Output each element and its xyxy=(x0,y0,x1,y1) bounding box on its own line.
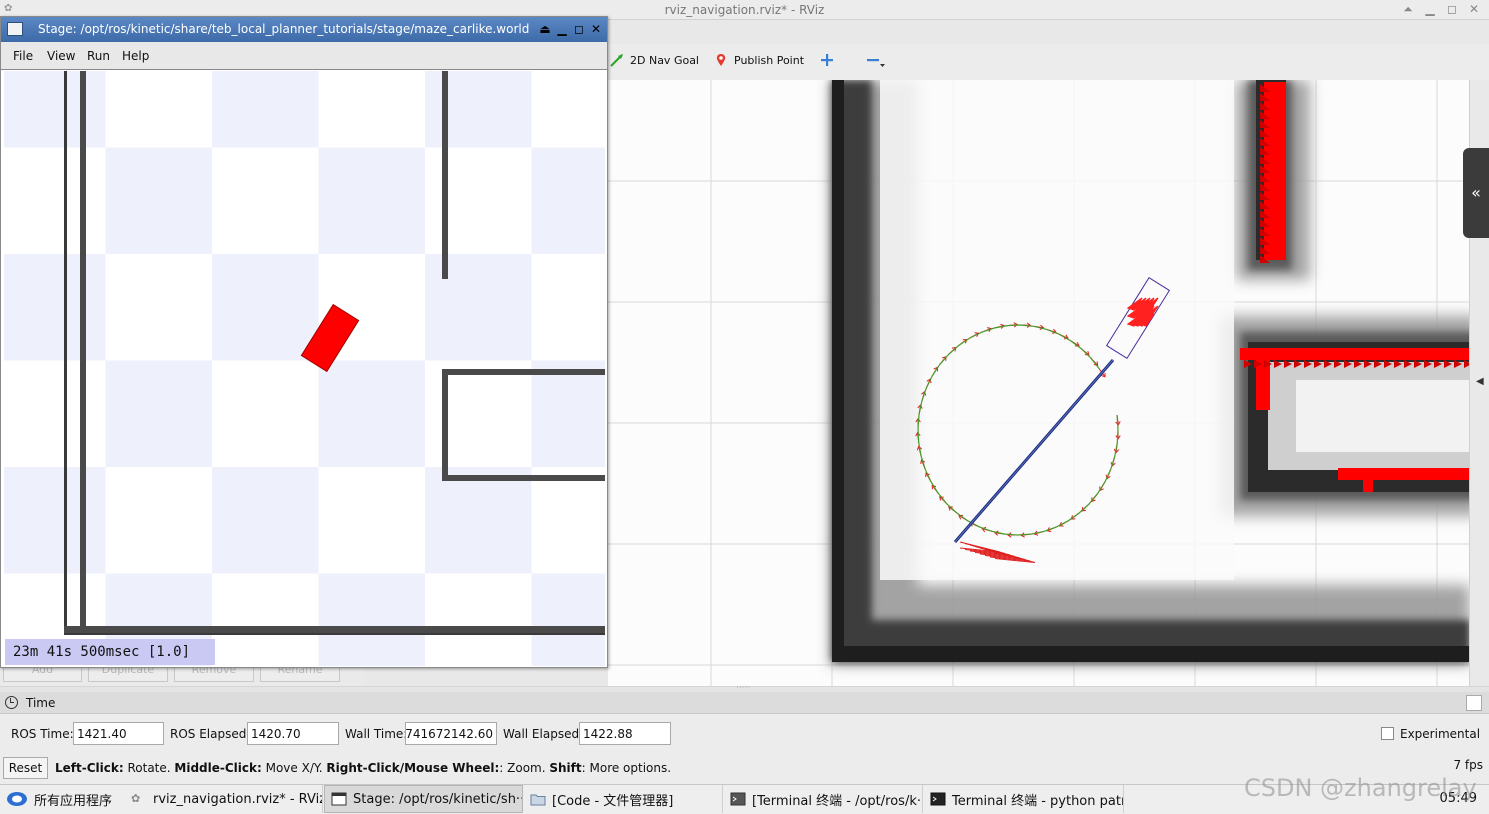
shade-icon[interactable]: ⏏ xyxy=(538,21,552,37)
rviz-3d-viewport[interactable] xyxy=(608,80,1470,686)
wall-elapsed-label: Wall Elapsed: xyxy=(503,727,584,741)
minimize-icon[interactable]: ▁ xyxy=(1423,2,1437,17)
maze-wall-box-left xyxy=(442,369,448,481)
hint-shift: Shift xyxy=(549,761,582,775)
minus-dropdown-icon xyxy=(867,59,885,67)
watermark: CSDN @zhangrelay xyxy=(1244,774,1477,802)
window-icon xyxy=(331,792,347,806)
stage-window-icon xyxy=(7,22,23,36)
stage-menubar: File View Run Help xyxy=(1,42,607,70)
time-panel: Time ROS Time: 1421.40 ROS Elapsed: 1420… xyxy=(0,692,1489,784)
status-hint: Left-Click: Rotate. Middle-Click: Move X… xyxy=(55,761,671,775)
expand-right-icon[interactable]: ◀ xyxy=(1476,376,1484,387)
wall-bottom xyxy=(832,646,1470,662)
minimize-icon[interactable]: ▁ xyxy=(555,21,569,37)
nav-goal-tool[interactable]: 2D Nav Goal xyxy=(610,53,699,67)
publish-point-label: Publish Point xyxy=(734,53,805,67)
maze-wall-bottom xyxy=(64,626,605,634)
hint-shift-text: : More options. xyxy=(581,761,672,775)
rviz-window-title: rviz_navigation.rviz* - RViz xyxy=(664,3,825,17)
stage-sim-clock: 23m 41s 500msec [1.0] xyxy=(5,639,215,665)
free-space xyxy=(880,80,1234,580)
stage-window: Stage: /opt/ros/kinetic/share/teb_local_… xyxy=(0,16,608,668)
task-stage-label: Stage: /opt/ros/kinetic/sh··· xyxy=(353,791,523,807)
ros-time-field[interactable]: 1421.40 xyxy=(73,722,164,745)
maximize-icon[interactable]: ◻ xyxy=(572,21,586,37)
maze-wall-box-bottom xyxy=(442,475,605,481)
fps-readout: 7 fps xyxy=(1453,758,1483,772)
stage-titlebar[interactable]: Stage: /opt/ros/kinetic/share/teb_local_… xyxy=(1,17,607,42)
publish-point-tool[interactable]: Publish Point xyxy=(714,53,804,67)
stage-window-title: Stage: /opt/ros/kinetic/share/teb_local_… xyxy=(38,22,530,36)
hint-rightclick-text: : Zoom. xyxy=(499,761,550,775)
task-file-manager-label: [Code - 文件管理器] xyxy=(552,793,674,809)
time-panel-title: Time xyxy=(26,696,56,710)
hint-middleclick: Middle-Click: xyxy=(174,761,262,775)
ros-time-label: ROS Time: xyxy=(11,727,74,741)
hint-leftclick-text: Rotate. xyxy=(123,761,175,775)
reset-button[interactable]: Reset xyxy=(3,757,48,779)
menu-file[interactable]: File xyxy=(13,49,33,63)
wall-time-label: Wall Time: xyxy=(345,727,408,741)
time-panel-header: Time xyxy=(0,692,1489,714)
duplicate-display-button[interactable]: Duplicate xyxy=(88,664,168,682)
rviz-task-icon: ✿ xyxy=(131,792,141,805)
start-menu-label: 所有应用程序 xyxy=(34,793,113,809)
nav-goal-label: 2D Nav Goal xyxy=(630,53,699,67)
terminal-icon xyxy=(730,792,746,806)
hint-middleclick-text: Move X/Y. xyxy=(261,761,327,775)
add-display-button[interactable]: Add xyxy=(3,664,82,682)
shade-icon[interactable]: ⏶ xyxy=(1401,2,1415,17)
close-icon[interactable]: ✕ xyxy=(589,21,603,37)
remove-display-button[interactable]: Remove xyxy=(174,664,254,682)
zoom-in-tool[interactable] xyxy=(820,53,834,67)
experimental-label: Experimental xyxy=(1400,727,1481,741)
rviz-toolbar: 2D Nav Goal Publish Point xyxy=(606,44,1489,80)
rename-display-button[interactable]: Rename xyxy=(260,664,340,682)
checker-floor xyxy=(4,71,605,666)
zoom-out-tool[interactable] xyxy=(866,53,886,67)
hint-rightclick: Right-Click/Mouse Wheel: xyxy=(326,761,500,775)
undock-panel-button[interactable] xyxy=(1466,695,1482,711)
map-view xyxy=(608,80,1470,686)
close-icon[interactable]: ✕ xyxy=(1467,2,1481,17)
maze-wall-left xyxy=(80,71,86,628)
task-terminal-1-label: [Terminal 终端 - /opt/ros/k··· xyxy=(752,793,923,809)
map-pin-icon xyxy=(716,54,726,66)
ros-elapsed-field[interactable]: 1420.70 xyxy=(247,722,339,745)
stage-window-controls: ⏏ ▁ ◻ ✕ xyxy=(538,21,603,37)
maze-wall-vertical xyxy=(442,71,448,279)
stage-world-view xyxy=(4,71,605,666)
task-terminal-2[interactable]: Terminal 终端 - python patr··· xyxy=(924,785,1124,813)
plus-icon xyxy=(821,54,833,66)
stage-canvas[interactable] xyxy=(4,71,605,666)
maze-wall-outer-left xyxy=(64,71,67,631)
wall-elapsed-field[interactable]: 1422.88 xyxy=(579,722,671,745)
ros-elapsed-label: ROS Elapsed: xyxy=(170,727,251,741)
menu-run[interactable]: Run xyxy=(87,49,110,63)
maze-wall-box-top xyxy=(442,369,605,375)
experimental-checkbox[interactable] xyxy=(1381,727,1394,740)
clock-icon xyxy=(5,696,18,709)
maximize-icon[interactable]: ◻ xyxy=(1445,2,1459,17)
start-menu-button[interactable]: 所有应用程序 xyxy=(0,785,122,813)
start-menu-icon xyxy=(7,792,27,806)
collapse-right-panel-button[interactable]: « xyxy=(1463,148,1489,238)
task-terminal-2-label: Terminal 终端 - python patr··· xyxy=(952,793,1124,809)
rviz-window-controls: ⏶ ▁ ◻ ✕ xyxy=(1401,2,1481,17)
menu-view[interactable]: View xyxy=(47,49,75,63)
folder-icon xyxy=(530,794,546,806)
wall-left xyxy=(832,80,844,662)
task-rviz[interactable]: ✿ rviz_navigation.rviz* - RViz xyxy=(125,785,323,813)
task-file-manager[interactable]: [Code - 文件管理器] xyxy=(524,785,723,813)
task-stage[interactable]: Stage: /opt/ros/kinetic/sh··· xyxy=(324,785,523,813)
menu-help[interactable]: Help xyxy=(122,49,149,63)
task-terminal-1[interactable]: [Terminal 终端 - /opt/ros/k··· xyxy=(724,785,923,813)
hint-leftclick: Left-Click: xyxy=(55,761,124,775)
wall-time-field[interactable]: 1741672142.60 xyxy=(405,722,497,745)
terminal-icon xyxy=(930,792,946,806)
arrow-icon xyxy=(610,54,623,67)
task-rviz-label: rviz_navigation.rviz* - RViz xyxy=(153,791,323,807)
